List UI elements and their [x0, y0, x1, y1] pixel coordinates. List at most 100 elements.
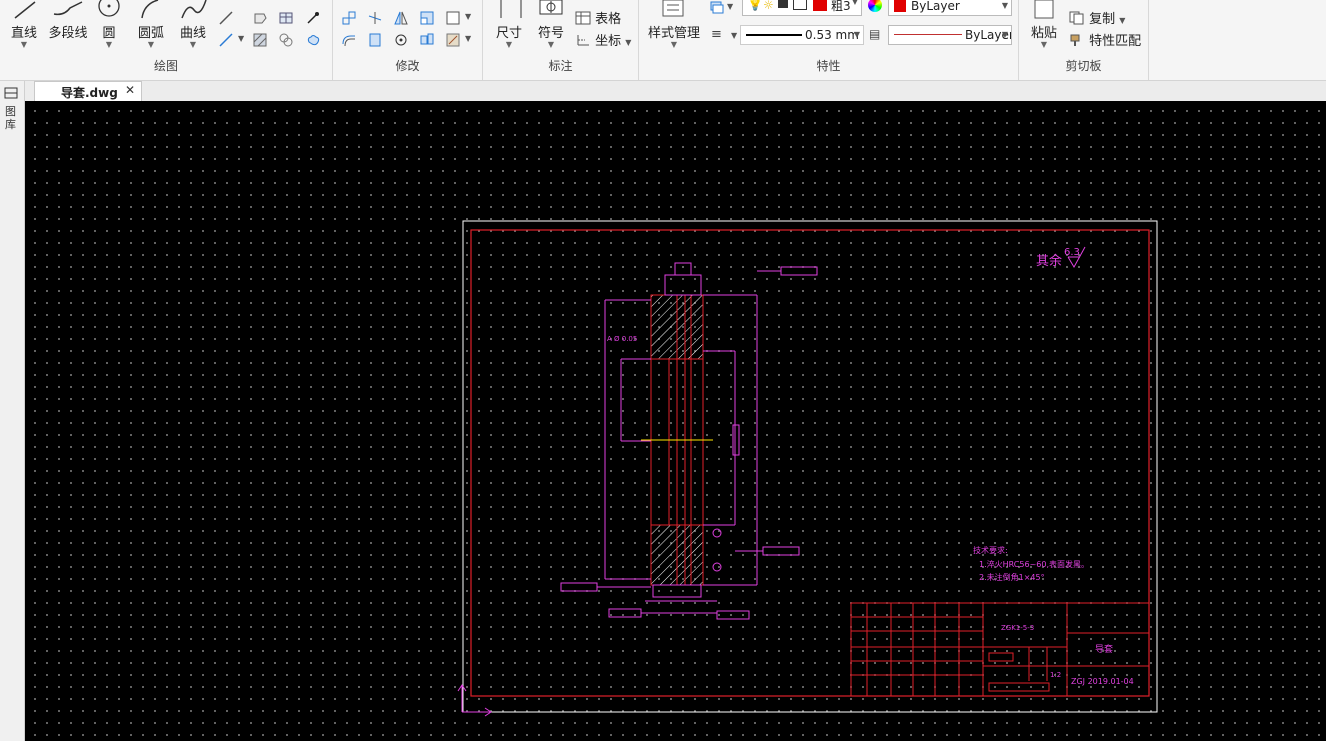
arc-caret-icon: ▼	[147, 40, 155, 49]
ray-caret-icon[interactable]: ▼	[238, 34, 244, 43]
mirror-icon[interactable]	[393, 10, 409, 26]
linetype-icon[interactable]: ▤	[869, 27, 880, 41]
tab-close-icon[interactable]: ✕	[125, 83, 135, 97]
arc-button[interactable]: 圆弧 ▼	[134, 0, 168, 49]
revcloud-icon[interactable]	[305, 32, 321, 48]
lineweight-sample	[746, 34, 802, 36]
table-icon	[575, 11, 591, 25]
array-caret-icon[interactable]: ▼	[465, 12, 471, 21]
lineweight-value: 0.53 mm	[805, 28, 859, 42]
title-block-drawing-no: ZGK1-5-3	[1001, 624, 1034, 632]
tech-req-title: 技术要求:	[973, 545, 1008, 555]
coordinate-caret-icon: ▼	[625, 38, 632, 47]
point-icon[interactable]	[305, 10, 321, 26]
color-dropdown[interactable]: ByLayer ▼	[888, 0, 1012, 16]
lineweight-caret-icon[interactable]: ▼	[731, 31, 737, 40]
polyline-label: 多段线	[48, 26, 88, 41]
construction-line-icon[interactable]	[218, 10, 234, 26]
copy-button[interactable]: 复制 ▼	[1069, 8, 1125, 27]
document-tab-bar: 导套.dwg ✕	[0, 81, 1326, 101]
style-manager-icon	[662, 0, 684, 17]
line-button[interactable]: 直线 ▼	[6, 0, 42, 49]
explode-icon[interactable]	[419, 32, 435, 48]
drawing-border	[470, 229, 1150, 697]
library-tab-label[interactable]: 图库	[5, 105, 19, 131]
part-section-view	[641, 262, 713, 598]
lineweight-icon[interactable]: ≡	[711, 27, 722, 42]
trim-icon[interactable]	[367, 10, 383, 26]
clipboard-group: 粘贴 ▼ 复制 ▼ 特性匹配 剪切板	[1019, 0, 1149, 80]
paste-label: 粘贴	[1030, 26, 1057, 41]
library-side-panel: 图库	[0, 81, 25, 741]
curve-label: 曲线	[179, 26, 206, 41]
match-properties-button[interactable]: 特性匹配	[1069, 30, 1141, 49]
layer-properties-caret-icon[interactable]: ▼	[727, 2, 733, 11]
curve-icon	[181, 0, 207, 19]
paper-frame	[462, 220, 1158, 713]
layer-dropdown-caret-icon: ▼	[851, 0, 858, 6]
ray-icon[interactable]	[218, 32, 234, 48]
paste-button[interactable]: 粘贴 ▼	[1027, 0, 1061, 49]
style-manager-caret-icon: ▼	[670, 40, 678, 49]
linetype-dropdown-caret-icon: ▼	[1001, 30, 1008, 39]
table-button[interactable]: 表格	[575, 8, 621, 27]
dimension-button[interactable]: 尺寸 ▼	[491, 0, 527, 49]
polyline-button[interactable]: 多段线	[46, 0, 90, 41]
datum-note: A Ø 0.05	[607, 335, 637, 343]
circle-label: 圆	[102, 26, 116, 41]
coordinate-button[interactable]: 坐标 ▼	[575, 30, 631, 49]
clipboard-group-title: 剪切板	[1065, 59, 1102, 73]
match-properties-label: 特性匹配	[1089, 34, 1142, 49]
color-dropdown-caret-icon: ▼	[1001, 1, 1008, 10]
properties-group-title: 特性	[816, 59, 841, 73]
line-caret-icon: ▼	[20, 40, 28, 49]
style-manager-label: 样式管理	[647, 26, 700, 41]
copy-label: 复制	[1089, 12, 1116, 27]
drawing-canvas[interactable]: 其余 6.3 A Ø 0.05 技术要求: 1.淬火HRC56~60,表面发黑。…	[25, 101, 1326, 741]
rotate-icon[interactable]	[393, 32, 409, 48]
color-wheel-icon[interactable]	[868, 0, 882, 12]
layer-on-icon: 💡	[747, 0, 764, 12]
layer-lock-icon	[778, 0, 788, 8]
layer-properties-icon[interactable]	[709, 0, 725, 16]
properties-group: 样式管理 ▼ ▼ 💡 ☼ 粗3 ▼ ByLayer ▼ ≡ ▼ 0.53 mm …	[639, 0, 1019, 80]
stretch-icon[interactable]	[367, 32, 383, 48]
table-insert-icon[interactable]	[278, 10, 294, 26]
move-icon[interactable]	[341, 10, 357, 26]
tech-req-line1: 1.淬火HRC56~60,表面发黑。	[979, 559, 1089, 569]
title-block-scale: 1:2	[1050, 671, 1061, 679]
curve-button[interactable]: 曲线 ▼	[176, 0, 210, 49]
dimension-icon	[500, 0, 522, 18]
draw-group-title: 绘图	[153, 59, 178, 73]
table-label: 表格	[595, 12, 622, 27]
polyline-icon	[53, 1, 83, 16]
region-icon[interactable]	[252, 10, 268, 26]
edit-hatch-icon[interactable]	[445, 32, 461, 48]
modify-group: ▼ ▼ 修改	[333, 0, 483, 80]
color-dropdown-value: ByLayer	[911, 0, 960, 13]
library-pin-icon[interactable]	[2, 85, 22, 103]
tab-daotao-dwg[interactable]: 导套.dwg ✕	[34, 81, 142, 101]
symbol-button[interactable]: 符号 ▼	[535, 0, 567, 49]
layer-dropdown[interactable]: 💡 ☼ 粗3 ▼	[742, 0, 862, 16]
drawing-svg[interactable]: 其余 6.3 A Ø 0.05 技术要求: 1.淬火HRC56~60,表面发黑。…	[25, 101, 1326, 741]
hatch-icon[interactable]	[252, 32, 268, 48]
scale-icon[interactable]	[419, 10, 435, 26]
edit-hatch-caret-icon[interactable]: ▼	[465, 34, 471, 43]
circle-button[interactable]: 圆 ▼	[96, 0, 122, 49]
style-manager-button[interactable]: 样式管理 ▼	[645, 0, 703, 49]
line-label: 直线	[10, 26, 37, 41]
coordinate-icon	[577, 35, 589, 46]
coordinate-label: 坐标	[595, 34, 622, 49]
linetype-dropdown[interactable]: ByLayer ▼	[888, 25, 1012, 45]
array-icon[interactable]	[445, 10, 461, 26]
offset-icon[interactable]	[341, 32, 357, 48]
annotate-group: 尺寸 ▼ 符号 ▼ 表格 坐标 ▼ 标注	[483, 0, 639, 80]
boundary-icon[interactable]	[278, 32, 294, 48]
arc-label: 圆弧	[137, 26, 164, 41]
match-properties-icon	[1070, 34, 1080, 46]
roughness-value: 6.3	[1064, 247, 1080, 258]
lineweight-dropdown[interactable]: 0.53 mm ▼	[740, 25, 864, 45]
layer-freeze-icon: ☼	[763, 0, 774, 12]
symbol-label: 符号	[537, 26, 564, 41]
